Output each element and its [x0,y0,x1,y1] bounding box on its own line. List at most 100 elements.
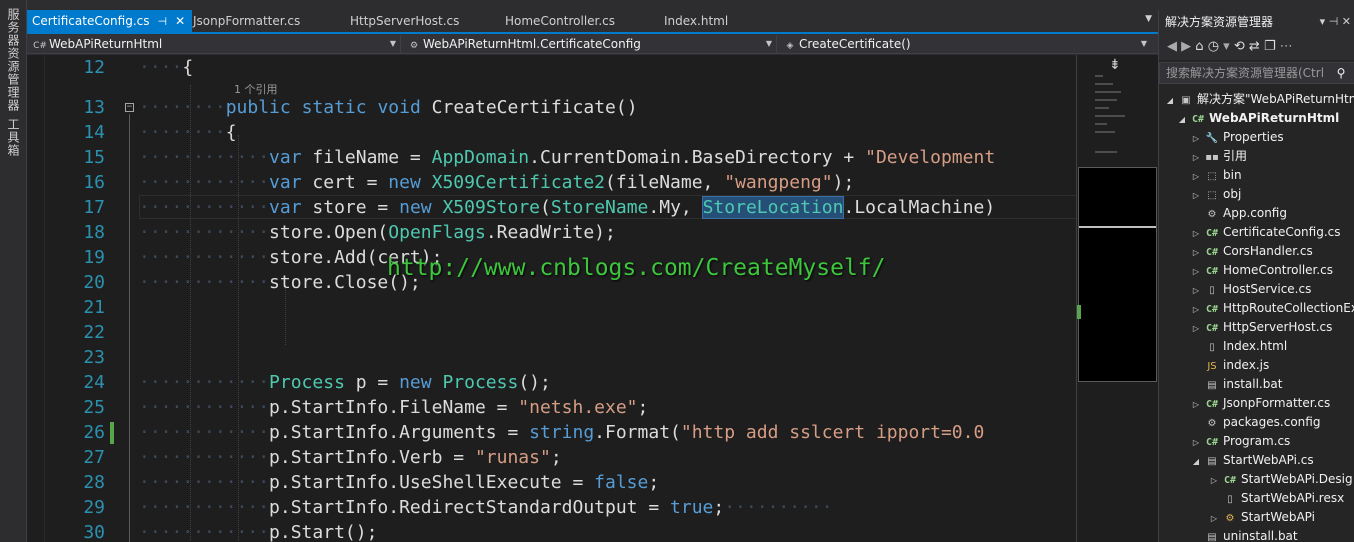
pin-icon[interactable]: ⊣ [158,15,168,28]
chevron-down-icon[interactable]: ◢ [1189,452,1203,471]
form-icon: ▤ [1207,456,1217,467]
tree-item[interactable]: ▷ C# CorsHandler.cs [1189,242,1313,261]
search-icon[interactable]: ⚲ [1330,63,1352,83]
change-indicator [110,422,114,444]
tree-item-label: obj [1223,187,1242,201]
chevron-right-icon[interactable]: ▷ [1207,509,1221,528]
tree-item[interactable]: ▷ C# JsonpFormatter.cs [1189,394,1330,413]
tree-item[interactable]: ▷ C# Program.cs [1189,432,1290,451]
map-code-line [1095,83,1113,85]
class-dropdown[interactable]: ⚙ WebAPiReturnHtml.CertificateConfig ▼ [403,35,777,53]
left-dock: 服务器资源管理器 工具箱 [0,0,27,542]
tab-overflow-icon[interactable]: ▼ [1145,14,1152,24]
method-icon: ◈ [786,41,794,51]
project-dropdown[interactable]: C# WebAPiReturnHtml ▼ [29,35,401,53]
chevron-right-icon[interactable]: ▷ [1189,300,1203,319]
tree-item[interactable]: ▷ ▪▪ 引用 [1189,147,1247,166]
chevron-right-icon[interactable]: ▷ [1189,319,1203,338]
tree-item[interactable]: ⚙ App.config [1189,204,1287,223]
chevron-right-icon[interactable]: ▷ [1189,262,1203,281]
tree-item[interactable]: ▷ C# HttpRouteCollectionEx [1189,299,1354,318]
code-line: ········public static void CreateCertifi… [139,97,638,118]
tree-item[interactable]: ▷ ⬚ obj [1189,185,1241,204]
server-explorer-tab[interactable]: 服务器资源管理器 [5,8,22,112]
chevron-down-icon[interactable]: ▾ [1223,39,1230,54]
code-line: ············store.Close(); [139,272,421,293]
pending-changes-icon[interactable]: ⟲ [1234,39,1245,54]
tree-item-label: HttpRouteCollectionEx [1223,301,1354,315]
home-icon[interactable]: ⌂ [1195,39,1203,54]
map-viewport[interactable] [1078,167,1157,382]
tree-item[interactable]: JS index.js [1189,356,1269,375]
more-icon[interactable]: ⋯ [1280,39,1293,54]
tree-item[interactable]: ▯ Index.html [1189,337,1287,356]
chevron-down-icon[interactable]: ◢ [1175,110,1189,129]
solution-search-input[interactable]: 搜索解决方案资源管理器(Ctrl ⚲ [1159,62,1354,84]
codelens-references[interactable]: 1 个引用 [234,81,278,97]
tree-item[interactable]: ▷ 🔧 Properties [1189,128,1284,147]
resx-icon: ▯ [1227,494,1233,505]
tree-item[interactable]: ⚙ packages.config [1189,413,1321,432]
pin-icon[interactable]: ⊣ [1329,15,1339,28]
tree-item[interactable]: ◢ C# WebAPiReturnHtml [1175,109,1339,128]
chevron-right-icon[interactable]: ▷ [1189,243,1203,262]
tree-item[interactable]: ▷ ⬚ bin [1189,166,1242,185]
tree-item[interactable]: ▤ install.bat [1189,375,1282,394]
collapse-icon[interactable]: − [125,103,134,112]
chevron-right-icon[interactable]: ▷ [1189,148,1203,167]
code-editor[interactable]: 12 13 14 15 16 17 18 19 20 21 22 23 24 2… [27,55,1076,542]
tree-item[interactable]: ▷ C# CertificateConfig.cs [1189,223,1341,242]
tree-item[interactable]: ▷ ⚙ StartWebAPi [1207,508,1315,527]
history-icon[interactable]: ◷ [1208,39,1219,54]
navigation-bar: C# WebAPiReturnHtml ▼ ⚙ WebAPiReturnHtml.C… [27,34,1158,54]
back-icon[interactable]: ◀ [1167,39,1177,54]
chevron-right-icon[interactable]: ▷ [1189,224,1203,243]
map-code-line [1095,151,1117,153]
close-icon[interactable]: ✕ [175,14,185,28]
tab-httpserverhost[interactable]: HttpServerHost.cs [350,10,459,32]
chevron-right-icon[interactable]: ▷ [1189,167,1203,186]
tree-item[interactable]: ▤ uninstall.bat [1189,527,1297,542]
line-number: 15 [83,147,105,168]
member-dropdown[interactable]: ◈ CreateCertificate() ▼ [779,35,1151,53]
tree-item[interactable]: ▷ ▯ HostService.cs [1189,280,1311,299]
chevron-right-icon[interactable]: ▷ [1189,395,1203,414]
chevron-down-icon[interactable]: ◢ [1163,91,1177,110]
tree-item[interactable]: ▷ C# StartWebAPi.Desig [1207,470,1353,489]
tree-item[interactable]: ▯ StartWebAPi.resx [1207,489,1344,508]
toolbox-tab[interactable]: 工具箱 [5,118,22,157]
csharp-file-icon: C# [1205,228,1219,239]
csharp-file-icon: C# [1205,437,1219,448]
map-code-line [1095,123,1107,125]
tree-item-label: Properties [1223,130,1284,144]
tree-item-label: JsonpFormatter.cs [1223,396,1331,410]
tree-item-label: install.bat [1223,377,1283,391]
code-line: ····{ [139,57,194,78]
close-icon[interactable]: ✕ [1342,15,1351,28]
tree-item[interactable]: ▷ C# HttpServerHost.cs [1189,318,1332,337]
tab-jsonpformatter[interactable]: JsonpFormatter.cs [193,10,300,32]
sync-icon[interactable]: ⇄ [1249,39,1260,54]
dropdown-icon[interactable]: ▾ [1320,15,1326,28]
tree-item[interactable]: ◢ ▤ StartWebAPi.cs [1189,451,1314,470]
collapse-all-icon[interactable]: ❐ [1264,39,1276,54]
chevron-right-icon[interactable]: ▷ [1189,129,1203,148]
tab-index-html[interactable]: Index.html [664,10,728,32]
tab-homecontroller[interactable]: HomeController.cs [505,10,615,32]
tree-item[interactable]: ◢ ▣ 解决方案"WebAPiReturnHtml" [1163,90,1354,109]
tree-item-label: 引用 [1223,149,1248,163]
line-number: 29 [83,497,105,518]
tree-item-label: CertificateConfig.cs [1223,225,1341,239]
line-number: 30 [83,522,105,542]
chevron-right-icon[interactable]: ▷ [1189,433,1203,452]
chevron-right-icon[interactable]: ▷ [1189,186,1203,205]
map-caret-line [1079,226,1156,228]
tab-certificateconfig[interactable]: CertificateConfig.cs ⊣ ✕ [27,10,192,32]
map-scrollbar[interactable]: ⇟ [1076,55,1158,542]
tree-item[interactable]: ▷ C# HomeController.cs [1189,261,1333,280]
chevron-right-icon[interactable]: ▷ [1189,281,1203,300]
split-icon[interactable]: ⇟ [1109,57,1121,73]
chevron-right-icon[interactable]: ▷ [1207,471,1221,490]
forward-icon[interactable]: ▶ [1181,39,1191,54]
tree-item-label: packages.config [1223,415,1321,429]
